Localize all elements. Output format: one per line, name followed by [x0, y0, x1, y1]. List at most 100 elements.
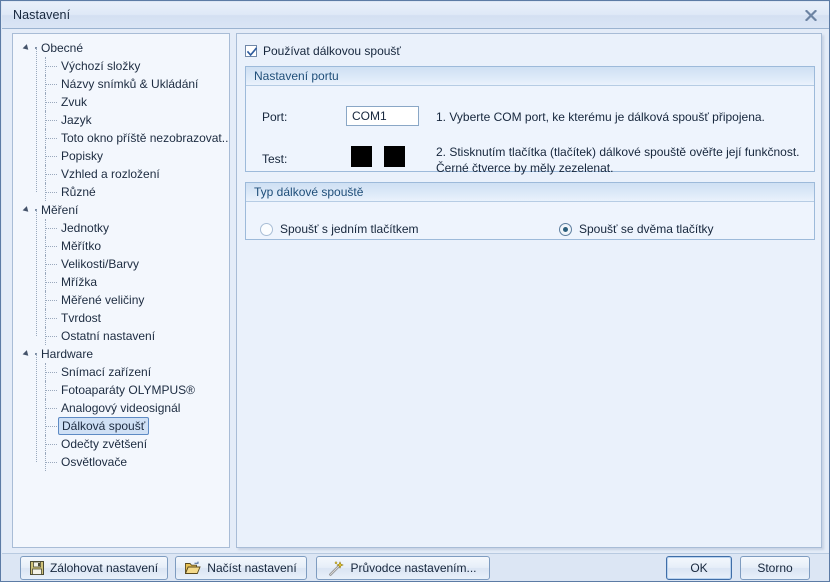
folder-open-icon	[185, 561, 201, 575]
tree-trunk	[36, 354, 37, 462]
sidebar-item-20[interactable]: Analogový videosignál	[13, 399, 229, 417]
sidebar-item-label: Měřítko	[61, 239, 102, 253]
sidebar-item-label: Popisky	[61, 149, 104, 163]
sidebar-item-8[interactable]: Různé	[13, 183, 229, 201]
port-settings-header: Nastavení portu	[246, 67, 814, 86]
sidebar-item-1[interactable]: Výchozí složky	[13, 57, 229, 75]
tree-elbow	[45, 66, 57, 67]
cancel-label: Storno	[757, 561, 793, 575]
expander-icon[interactable]	[22, 350, 31, 358]
sidebar-item-label: Analogový videosignál	[61, 401, 181, 415]
sidebar-item-15[interactable]: Tvrdost	[13, 309, 229, 327]
sidebar-item-label: Výchozí složky	[61, 59, 141, 73]
load-settings-button[interactable]: Načíst nastavení	[175, 556, 307, 580]
sidebar-item-label: Zvuk	[61, 95, 88, 109]
sidebar-item-label: Dálková spoušť	[58, 417, 150, 435]
sidebar-item-18[interactable]: Snímací zařízení	[13, 363, 229, 381]
sidebar-item-label: Měření	[41, 203, 79, 217]
tree-elbow	[45, 282, 57, 283]
radio-two-buttons-dot	[559, 222, 572, 236]
settings-wizard-button[interactable]: Průvodce nastavením...	[316, 556, 490, 580]
shutter-type-header: Typ dálkové spouště	[246, 183, 814, 202]
ok-label: OK	[690, 561, 708, 575]
sidebar-item-22[interactable]: Odečty zvětšení	[13, 435, 229, 453]
tree-elbow	[45, 444, 57, 445]
sidebar-item-16[interactable]: Ostatní nastavení	[13, 327, 229, 345]
sidebar-item-label: Ostatní nastavení	[61, 329, 156, 343]
tree-elbow	[45, 120, 57, 121]
test-hint: 2. Stisknutím tlačítka (tlačítek) dálkov…	[436, 144, 806, 176]
tree-elbow	[45, 192, 57, 193]
ok-button[interactable]: OK	[666, 556, 732, 580]
tree-elbow	[45, 372, 57, 373]
settings-dialog: Nastavení Obecné Výchozí složky Názvy sním…	[0, 0, 830, 582]
radio-single-button[interactable]: Spoušť s jedním tlačítkem	[260, 222, 419, 236]
sidebar-item-6[interactable]: Popisky	[13, 147, 229, 165]
sidebar-item-11[interactable]: Měřítko	[13, 237, 229, 255]
backup-settings-button[interactable]: Zálohovat nastavení	[20, 556, 168, 580]
settings-wizard-label: Průvodce nastavením...	[350, 561, 477, 575]
shutter-type-group: Typ dálkové spouště Spoušť s jedním tlač…	[245, 182, 815, 240]
dialog-body: Obecné Výchozí složky Názvy snímků & Uklád…	[2, 29, 829, 553]
sidebar-item-4[interactable]: Jazyk	[13, 111, 229, 129]
sidebar-item-5[interactable]: Toto okno příště nezobrazovat...	[13, 129, 229, 147]
sidebar-item-12[interactable]: Velikosti/Barvy	[13, 255, 229, 273]
test-indicator-2[interactable]	[384, 146, 405, 167]
test-label: Test:	[262, 152, 288, 166]
sidebar-item-0[interactable]: Obecné	[13, 39, 229, 57]
sidebar-item-label: Názvy snímků & Ukládání	[61, 77, 199, 91]
sidebar-item-label: Snímací zařízení	[61, 365, 152, 379]
tree-elbow	[45, 264, 57, 265]
sidebar-item-3[interactable]: Zvuk	[13, 93, 229, 111]
load-settings-label: Načíst nastavení	[207, 561, 297, 575]
title-bar: Nastavení	[2, 2, 829, 29]
sidebar-item-21[interactable]: Dálková spoušť	[13, 417, 229, 435]
tree-elbow	[45, 390, 57, 391]
expander-icon[interactable]	[22, 44, 31, 52]
sidebar-item-label: Obecné	[41, 41, 84, 55]
sidebar-item-label: Různé	[61, 185, 96, 199]
sidebar-item-14[interactable]: Měřené veličiny	[13, 291, 229, 309]
sidebar-item-label: Odečty zvětšení	[61, 437, 148, 451]
sidebar-item-label: Hardware	[41, 347, 94, 361]
port-select[interactable]: COM1	[346, 106, 419, 126]
tree-elbow	[45, 318, 57, 319]
sidebar-item-17[interactable]: Hardware	[13, 345, 229, 363]
sidebar-item-19[interactable]: Fotoaparáty OLYMPUS®	[13, 381, 229, 399]
expander-icon[interactable]	[22, 206, 31, 214]
window-title: Nastavení	[13, 8, 71, 22]
checkbox-box	[245, 45, 257, 57]
sidebar-item-9[interactable]: Měření	[13, 201, 229, 219]
tree-elbow	[45, 102, 57, 103]
sidebar-item-label: Fotoaparáty OLYMPUS®	[61, 383, 196, 397]
tree-elbow	[45, 246, 57, 247]
settings-tree[interactable]: Obecné Výchozí složky Názvy snímků & Uklád…	[12, 33, 230, 548]
sidebar-item-13[interactable]: Mřížka	[13, 273, 229, 291]
dialog-footer: Zálohovat nastavení Načíst nastavení Prů…	[2, 553, 829, 581]
tree-elbow	[45, 84, 57, 85]
test-hint-line-2: čtverce by měly zezelenat.	[472, 161, 614, 175]
tree-elbow	[45, 174, 57, 175]
port-select-value: COM1	[352, 109, 387, 123]
tree-elbow	[45, 138, 57, 139]
radio-two-buttons[interactable]: Spoušť se dvěma tlačítky	[559, 222, 714, 236]
sidebar-item-23[interactable]: Osvětlovače	[13, 453, 229, 471]
tree-elbow	[45, 462, 57, 463]
cancel-button[interactable]: Storno	[740, 556, 810, 580]
sidebar-item-label: Jednotky	[61, 221, 110, 235]
port-hint: 1. Vyberte COM port, ke kterému je dálko…	[436, 110, 765, 124]
backup-settings-label: Zálohovat nastavení	[49, 561, 159, 575]
sidebar-item-label: Osvětlovače	[61, 455, 128, 469]
sidebar-item-label: Jazyk	[61, 113, 92, 127]
tree-trunk	[36, 48, 37, 192]
use-remote-shutter-checkbox[interactable]: Používat dálkovou spoušť	[245, 44, 401, 58]
tree-elbow	[45, 336, 57, 337]
test-indicator-1[interactable]	[351, 146, 372, 167]
tree-elbow	[45, 156, 57, 157]
close-icon[interactable]	[798, 6, 824, 25]
sidebar-item-10[interactable]: Jednotky	[13, 219, 229, 237]
sidebar-item-2[interactable]: Názvy snímků & Ukládání	[13, 75, 229, 93]
sidebar-item-label: Velikosti/Barvy	[61, 257, 140, 271]
sidebar-item-7[interactable]: Vzhled a rozložení	[13, 165, 229, 183]
magic-wand-icon	[329, 560, 345, 576]
